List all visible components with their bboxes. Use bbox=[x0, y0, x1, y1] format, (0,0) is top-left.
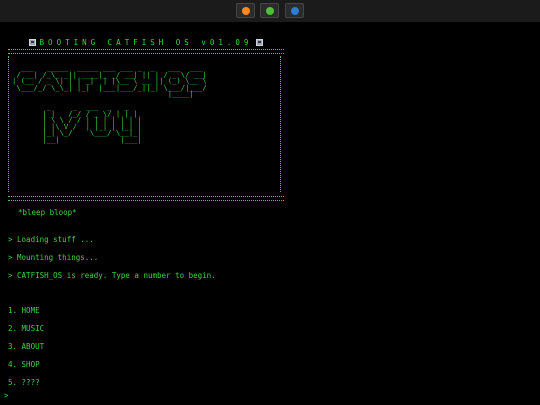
orange-dot-icon bbox=[242, 7, 250, 15]
log-line-loading: > Loading stuff ... bbox=[8, 235, 94, 244]
menu-item-home[interactable]: 1. HOME bbox=[8, 306, 40, 315]
green-dot-icon bbox=[266, 7, 274, 15]
catfish-os-ascii-logo: ___ _____ _____ ___ ___ _ _ ___ ___ / __… bbox=[12, 65, 207, 144]
bleep-text: *bleep bloop* bbox=[18, 208, 77, 217]
command-input[interactable] bbox=[12, 389, 512, 401]
floppy-disk-icon bbox=[28, 39, 36, 46]
frame-right-border bbox=[280, 56, 285, 192]
orange-button[interactable] bbox=[236, 3, 255, 18]
log-line-ready: > CATFISH_OS is ready. Type a number to … bbox=[8, 271, 216, 280]
menu-item-music[interactable]: 2. MUSIC bbox=[8, 324, 44, 333]
green-button[interactable] bbox=[260, 3, 279, 18]
command-prompt: > bbox=[4, 391, 9, 400]
floppy-disk-icon bbox=[256, 39, 264, 46]
menu-item-mystery[interactable]: 5. ???? bbox=[8, 378, 40, 387]
log-line-mounting: > Mounting things... bbox=[8, 253, 99, 262]
top-bar bbox=[0, 0, 540, 23]
terminal[interactable]: BOOTING CATFISH OS v01.09 ___ _____ ____… bbox=[0, 22, 540, 405]
menu-item-about[interactable]: 3. ABOUT bbox=[8, 342, 44, 351]
boot-title-text: BOOTING CATFISH OS v01.09 bbox=[39, 38, 253, 47]
scrollbar[interactable] bbox=[532, 22, 540, 405]
frame-top-border bbox=[8, 49, 284, 54]
blue-dot-icon bbox=[291, 7, 299, 15]
menu-item-shop[interactable]: 4. SHOP bbox=[8, 360, 40, 369]
blue-button[interactable] bbox=[285, 3, 304, 18]
boot-title: BOOTING CATFISH OS v01.09 bbox=[8, 38, 284, 47]
